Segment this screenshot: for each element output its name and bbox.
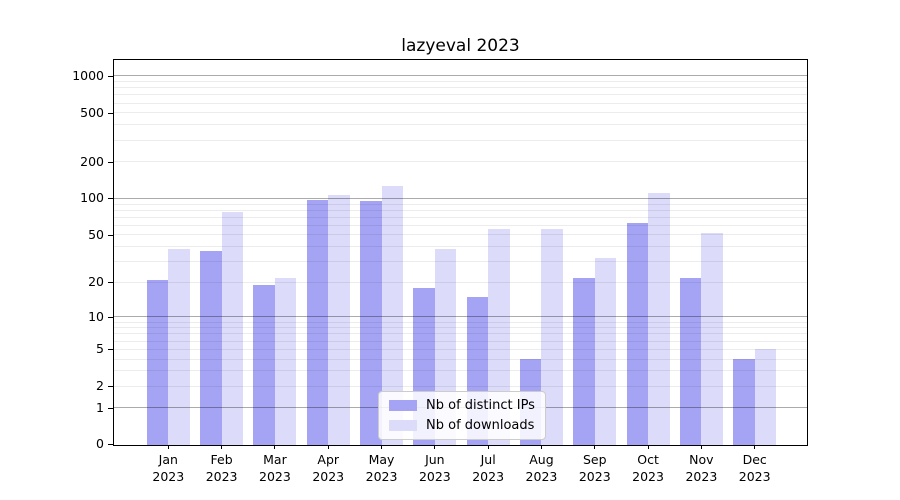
bar-downloads-feb: [222, 212, 244, 445]
bar-distinct-ips-feb: [200, 251, 222, 445]
bar-downloads-apr: [328, 195, 350, 445]
bar-distinct-ips-mar: [253, 285, 275, 445]
legend-item-downloads: Nb of downloads: [389, 418, 535, 433]
y-tick-label-100: 100: [52, 190, 104, 206]
legend-label-downloads: Nb of downloads: [426, 418, 534, 433]
y-tick-label-20: 20: [52, 274, 104, 290]
plot-area: Nb of distinct IPs Nb of downloads 01251…: [113, 59, 808, 446]
x-tick-jul: [488, 445, 489, 449]
x-label-month: Dec: [723, 452, 787, 469]
x-tick-sep: [594, 445, 595, 449]
x-tick-mar: [274, 445, 275, 449]
y-tick-label-50: 50: [52, 227, 104, 243]
bar-distinct-ips-dec: [733, 359, 755, 445]
x-tick-oct: [648, 445, 649, 449]
chart-title: lazyeval 2023: [113, 36, 808, 56]
x-tick-aug: [541, 445, 542, 449]
legend-item-distinct-ips: Nb of distinct IPs: [389, 398, 535, 413]
bar-downloads-oct: [648, 193, 670, 445]
y-tick-1: [108, 408, 113, 409]
gridline-60: [114, 225, 807, 226]
y-tick-label-10: 10: [52, 309, 104, 325]
gridline-900: [114, 81, 807, 82]
gridline-600: [114, 103, 807, 104]
bar-downloads-jan: [168, 249, 190, 445]
x-tick-dec: [754, 445, 755, 449]
bar-downloads-sep: [595, 258, 617, 445]
y-tick-2: [108, 386, 113, 387]
legend-swatch-distinct-ips: [389, 400, 417, 411]
bar-distinct-ips-nov: [680, 278, 702, 445]
y-tick-20: [108, 282, 113, 283]
bar-distinct-ips-apr: [307, 200, 329, 445]
legend-label-distinct-ips: Nb of distinct IPs: [426, 398, 535, 413]
x-tick-jun: [434, 445, 435, 449]
x-tick-label-dec: Dec2023: [723, 452, 787, 486]
gridline-400: [114, 124, 807, 125]
gridline-700: [114, 94, 807, 95]
bar-distinct-ips-jan: [147, 280, 169, 445]
x-tick-apr: [328, 445, 329, 449]
y-tick-label-1000: 1000: [52, 68, 104, 84]
gridline-80: [114, 210, 807, 211]
bar-downloads-nov: [701, 233, 723, 445]
x-tick-may: [381, 445, 382, 449]
gridline-70: [114, 217, 807, 218]
gridline-90: [114, 204, 807, 205]
y-tick-5: [108, 349, 113, 350]
bar-distinct-ips-oct: [627, 223, 649, 445]
bar-distinct-ips-sep: [573, 278, 595, 445]
y-tick-1000: [108, 76, 113, 77]
y-tick-label-500: 500: [52, 105, 104, 121]
y-tick-0: [108, 444, 113, 445]
bar-downloads-dec: [755, 349, 777, 445]
y-tick-label-200: 200: [52, 154, 104, 170]
y-tick-label-5: 5: [52, 341, 104, 357]
y-tick-label-1: 1: [52, 400, 104, 416]
y-tick-label-0: 0: [52, 436, 104, 452]
gridline-1000: [114, 75, 807, 76]
x-tick-jan: [168, 445, 169, 449]
gridline-200: [114, 161, 807, 162]
y-tick-500: [108, 113, 113, 114]
chart-figure: lazyeval 2023 Nb of distinct IPs Nb of d…: [0, 0, 900, 500]
gridline-500: [114, 112, 807, 113]
y-tick-100: [108, 198, 113, 199]
x-tick-feb: [221, 445, 222, 449]
y-tick-label-2: 2: [52, 378, 104, 394]
x-label-year: 2023: [723, 469, 787, 486]
gridline-300: [114, 140, 807, 141]
y-tick-10: [108, 317, 113, 318]
y-tick-50: [108, 235, 113, 236]
legend-swatch-downloads: [389, 420, 417, 431]
x-tick-nov: [701, 445, 702, 449]
bar-downloads-mar: [275, 278, 297, 445]
gridline-800: [114, 87, 807, 88]
y-tick-200: [108, 162, 113, 163]
legend: Nb of distinct IPs Nb of downloads: [378, 391, 546, 440]
gridline-100: [114, 198, 807, 199]
